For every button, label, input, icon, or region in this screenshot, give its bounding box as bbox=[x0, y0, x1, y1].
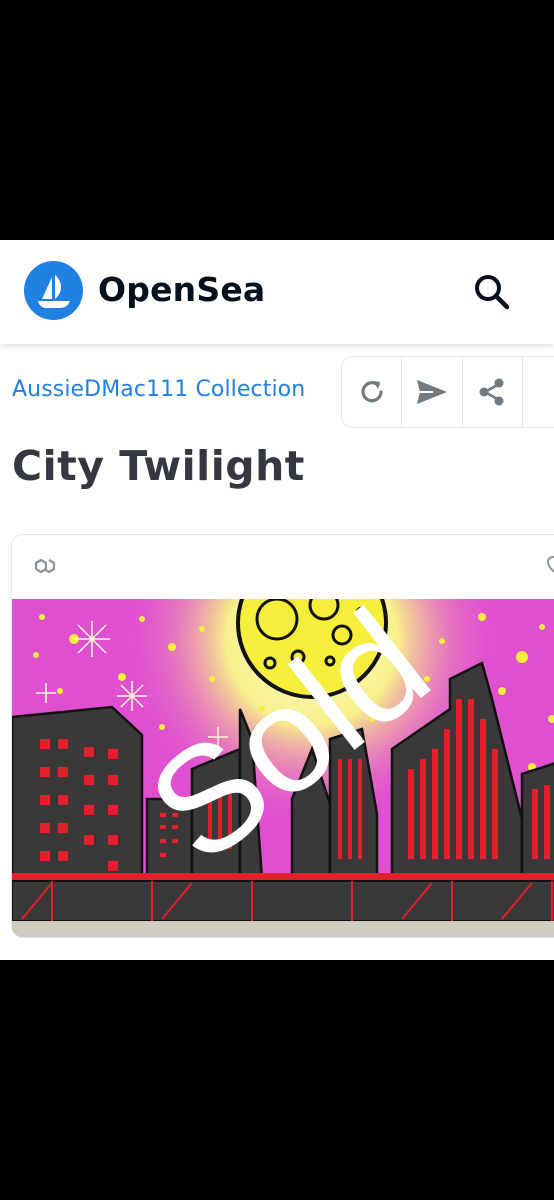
opensea-logo[interactable] bbox=[24, 261, 83, 320]
card-header bbox=[12, 535, 554, 599]
nft-artwork-image[interactable]: Sold bbox=[12, 599, 554, 938]
more-button[interactable] bbox=[523, 357, 554, 427]
share-icon bbox=[479, 378, 504, 406]
transfer-button[interactable] bbox=[402, 357, 463, 427]
heart-icon[interactable] bbox=[546, 555, 554, 577]
search-icon bbox=[475, 275, 510, 310]
share-button[interactable] bbox=[463, 357, 523, 427]
search-button[interactable] bbox=[472, 272, 512, 312]
opensea-sailboat-icon bbox=[37, 274, 70, 308]
send-icon bbox=[416, 380, 447, 404]
app-screen: OpenSea AussieDMac111 Collection City Tw… bbox=[0, 240, 554, 960]
collection-link[interactable]: AussieDMac111 Collection bbox=[12, 377, 305, 402]
polygon-chain-icon[interactable] bbox=[32, 555, 58, 577]
item-media-card: Sold bbox=[11, 534, 554, 938]
refresh-button[interactable] bbox=[342, 357, 403, 427]
item-title: City Twilight bbox=[12, 442, 305, 490]
brand-name[interactable]: OpenSea bbox=[98, 270, 265, 309]
action-button-group bbox=[341, 356, 554, 428]
top-navbar: OpenSea bbox=[0, 240, 554, 344]
refresh-icon bbox=[361, 381, 383, 403]
